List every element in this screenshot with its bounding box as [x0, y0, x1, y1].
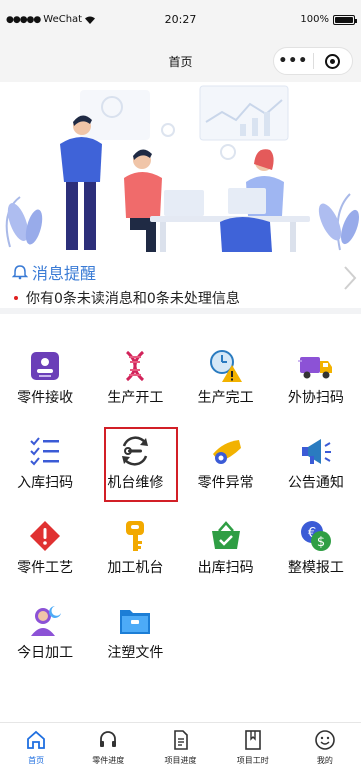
menu-item-outbound-scan[interactable]: 出库扫码: [181, 492, 271, 577]
battery-percent: 100%: [300, 14, 329, 25]
menu-item-label: 外协扫码: [287, 390, 344, 406]
menu-item-announcement[interactable]: 公告通知: [271, 407, 361, 492]
menu-item-label: 公告通知: [287, 475, 344, 491]
close-icon: [325, 53, 341, 69]
tab-label: 项目进度: [164, 756, 197, 765]
menu-item-label: 零件接收: [17, 390, 74, 406]
tab-label: 首页: [28, 756, 45, 765]
menu-item-label: 加工机台: [107, 560, 164, 576]
status-bar: ●●●●● WeChat 20:27 100%: [0, 0, 361, 40]
receive-badge-icon: [31, 351, 60, 380]
more-button[interactable]: •••: [274, 53, 313, 69]
bell-icon: [12, 265, 28, 280]
menu-item-label: 生产开工: [107, 390, 164, 406]
menu-item-molding-files[interactable]: 注塑文件: [90, 577, 180, 662]
folder-icon: [120, 609, 151, 634]
menu-item-part-receive[interactable]: 零件接收: [0, 322, 90, 407]
notice-title: 消息提醒: [32, 264, 97, 283]
gear-hand-icon: [212, 439, 241, 464]
menu-item-label: 入库扫码: [17, 475, 74, 491]
menu-item-part-exception[interactable]: 零件异常: [181, 407, 271, 492]
menu-item-label: 零件异常: [197, 475, 254, 491]
menu-item-label: 出库扫码: [197, 560, 254, 576]
tab-project-progress[interactable]: 项目进度: [144, 723, 216, 784]
headset-icon: [100, 731, 117, 747]
menu-item-mold-report[interactable]: € $ 整模报工: [271, 492, 361, 577]
notice-body: 你有0条未读消息和0条未处理信息: [14, 288, 240, 308]
navigation-bar: 首页 •••: [0, 40, 361, 82]
delivery-truck-icon: [297, 356, 332, 378]
tab-home[interactable]: 首页: [0, 723, 72, 784]
checklist-icon: [30, 436, 60, 465]
megaphone-icon: [301, 438, 331, 464]
document-icon: [173, 730, 188, 750]
svg-text:$: $: [317, 535, 325, 550]
key-icon: [126, 520, 145, 551]
basket-check-icon: [211, 520, 240, 549]
banner-illustration: [0, 82, 361, 252]
bookmark-icon: [244, 730, 261, 750]
menu-item-part-process[interactable]: 零件工艺: [0, 492, 90, 577]
tab-label: 零件进度: [92, 756, 125, 765]
dna-icon: [126, 350, 145, 381]
menu-item-label: 零件工艺: [17, 560, 74, 576]
unread-dot: [14, 296, 18, 300]
tab-label: 项目工时: [236, 756, 269, 765]
tab-mine[interactable]: 我的: [289, 723, 361, 784]
coins-icon: €$: [300, 520, 331, 551]
selection-highlight: [104, 427, 178, 502]
tab-label: 我的: [316, 756, 333, 765]
tab-project-hours[interactable]: 项目工时: [217, 723, 289, 784]
menu-item-label: 生产完工: [197, 390, 254, 406]
mini-program-capsule: •••: [273, 47, 353, 75]
menu-item-label: 今日加工: [17, 645, 74, 661]
battery-icon: [333, 14, 357, 25]
message-notice[interactable]: 消息提醒 你有0条未读消息和0条未处理信息: [0, 252, 361, 314]
menu-item-processing-machine[interactable]: 加工机台: [90, 492, 180, 577]
home-icon: [27, 730, 45, 749]
smile-icon: [315, 730, 335, 750]
user-moon-icon: [31, 605, 62, 636]
menu-item-inbound-scan[interactable]: 入库扫码: [0, 407, 90, 492]
battery-info: 100%: [300, 14, 357, 25]
function-menu-grid: 零件接收 生产开工 生产完工 外协扫码 入库扫码 机台维修 零件异常 公告通知 …: [0, 322, 361, 662]
menu-item-production-start[interactable]: 生产开工: [90, 322, 180, 407]
office-team-illustration: [5, 85, 360, 252]
menu-item-label: 注塑文件: [107, 645, 164, 661]
bottom-tab-bar: 首页 零件进度 项目进度 项目工时 我的: [0, 722, 361, 784]
menu-item-today-processing[interactable]: 今日加工: [0, 577, 90, 662]
menu-item-production-complete[interactable]: 生产完工: [181, 322, 271, 407]
notice-header: 消息提醒: [12, 260, 96, 284]
chevron-right-icon[interactable]: [343, 265, 357, 291]
menu-item-label: 整模报工: [287, 560, 344, 576]
notice-message: 你有0条未读消息和0条未处理信息: [26, 291, 240, 307]
menu-item-outsource-scan[interactable]: 外协扫码: [271, 322, 361, 407]
tab-part-progress[interactable]: 零件进度: [72, 723, 144, 784]
alert-diamond-icon: [30, 520, 61, 551]
clock-warning-icon: [209, 349, 242, 382]
close-button[interactable]: [314, 53, 353, 69]
